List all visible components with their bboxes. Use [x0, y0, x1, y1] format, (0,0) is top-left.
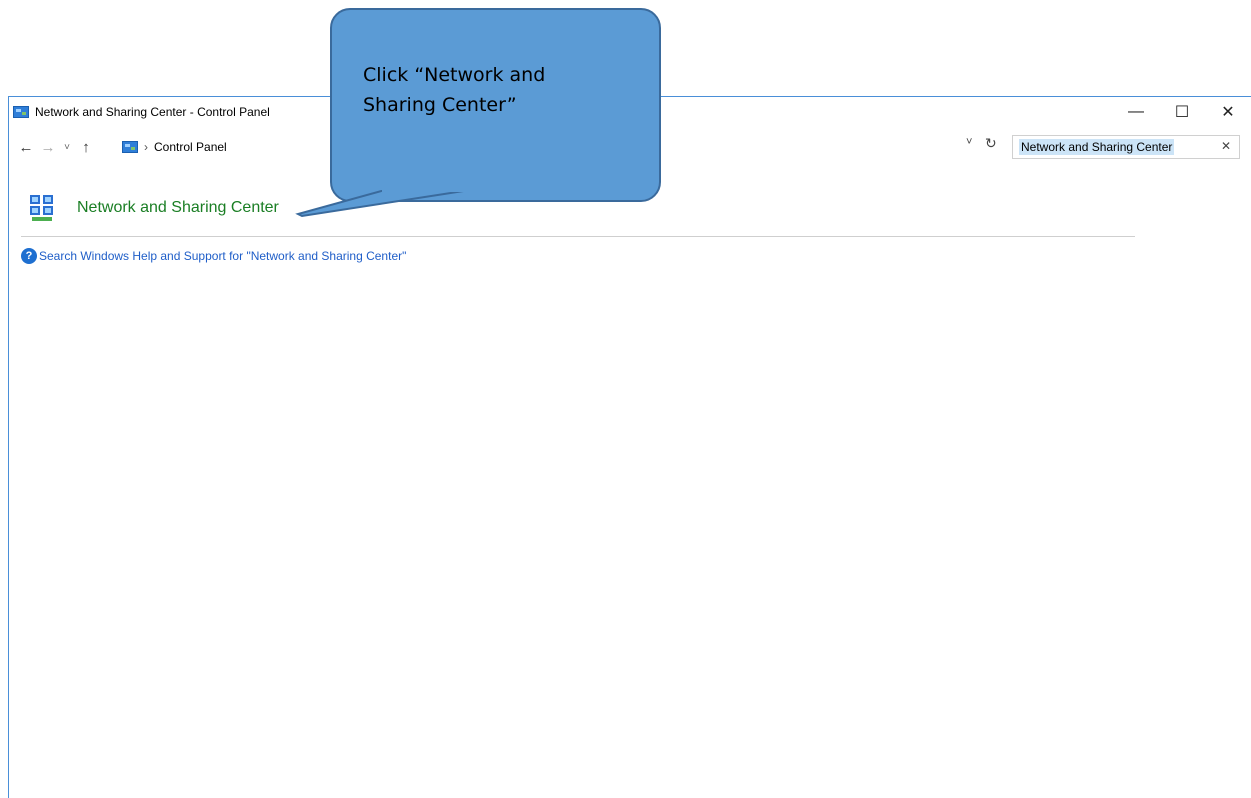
- network-sharing-icon: [27, 193, 57, 223]
- search-result-item[interactable]: Network and Sharing Center: [27, 193, 279, 223]
- network-sharing-center-link[interactable]: Network and Sharing Center: [77, 199, 279, 217]
- minimize-button[interactable]: —: [1113, 97, 1159, 127]
- results-divider: [21, 236, 1135, 237]
- search-input[interactable]: Network and Sharing Center: [1019, 139, 1175, 155]
- up-button[interactable]: ↑: [75, 136, 97, 158]
- refresh-button[interactable]: ↻: [985, 135, 997, 152]
- callout-text: Click “Network and Sharing Center”: [363, 64, 546, 116]
- back-button[interactable]: ←: [15, 136, 37, 158]
- help-support-link[interactable]: ? Search Windows Help and Support for "N…: [21, 248, 406, 264]
- maximize-button[interactable]: ☐: [1159, 97, 1205, 127]
- control-panel-icon: [13, 106, 29, 118]
- callout-pointer: [295, 190, 472, 218]
- help-icon: ?: [21, 248, 37, 264]
- recent-locations-button[interactable]: ˅: [59, 136, 75, 158]
- breadcrumb-control-panel[interactable]: Control Panel: [154, 140, 227, 154]
- clear-search-button[interactable]: ✕: [1221, 139, 1231, 153]
- breadcrumb-separator: ›: [144, 140, 148, 154]
- instruction-callout: Click “Network and Sharing Center”: [330, 8, 661, 202]
- address-dropdown-button[interactable]: ˅: [966, 136, 972, 148]
- window-controls: — ☐ ✕: [1113, 97, 1251, 127]
- forward-button[interactable]: →: [37, 136, 59, 158]
- help-link-text[interactable]: Search Windows Help and Support for "Net…: [39, 249, 406, 263]
- window-title: Network and Sharing Center - Control Pan…: [35, 105, 270, 119]
- control-panel-icon: [122, 141, 138, 153]
- close-button[interactable]: ✕: [1205, 97, 1251, 127]
- search-box[interactable]: Network and Sharing Center ✕: [1012, 135, 1240, 159]
